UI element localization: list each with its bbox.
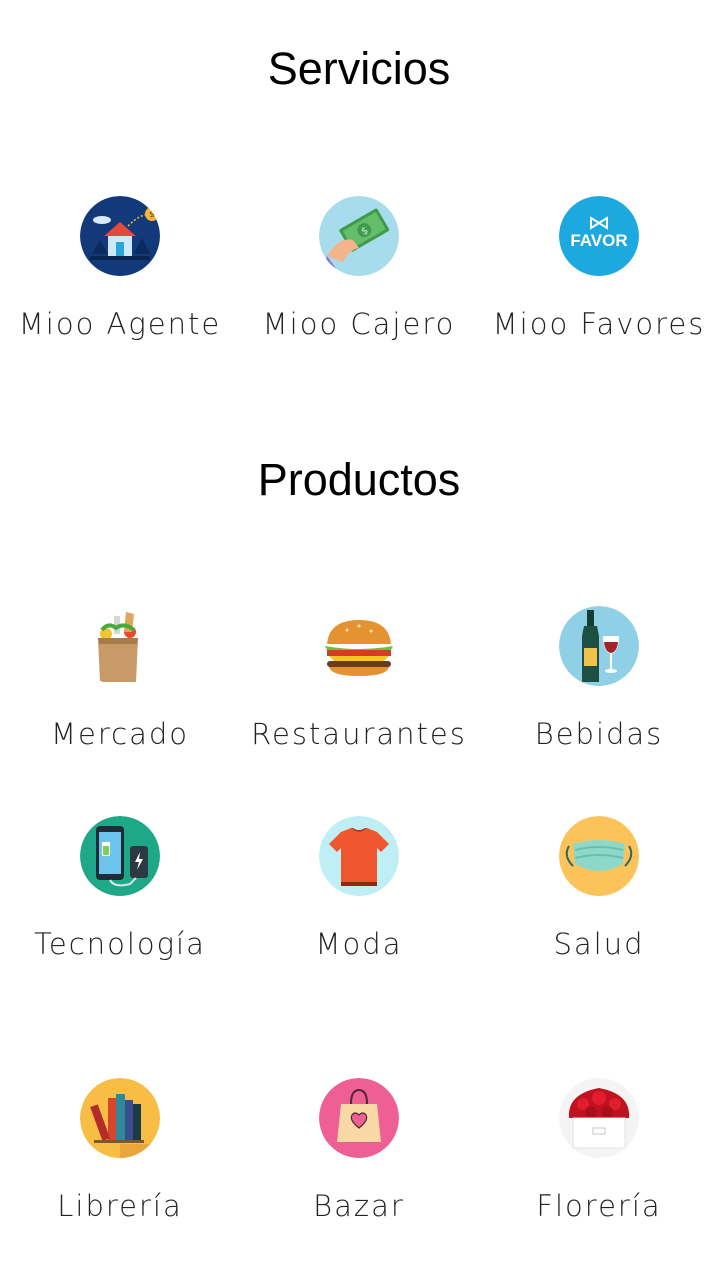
tshirt-icon: [319, 816, 399, 896]
service-label: Mioo Favores: [492, 307, 706, 341]
rose-box-icon: [559, 1078, 639, 1158]
svg-text:FAVOR: FAVOR: [570, 231, 627, 250]
product-label: Bazar: [313, 1189, 405, 1223]
product-label: Moda: [315, 927, 403, 961]
product-libreria[interactable]: Librería: [0, 1078, 240, 1221]
face-mask-icon: [559, 816, 639, 896]
svg-text:$: $: [149, 210, 155, 220]
product-label: Librería: [57, 1189, 183, 1223]
product-label: Florería: [536, 1189, 662, 1223]
favor-badge-icon: FAVOR: [559, 196, 639, 276]
house-agent-icon: $: [80, 196, 160, 276]
gift-bag-icon: [319, 1078, 399, 1158]
product-mercado[interactable]: Mercado: [0, 606, 240, 749]
service-mioo-cajero[interactable]: $ Mioo Cajero: [239, 196, 479, 339]
cash-hand-icon: $: [319, 196, 399, 276]
product-label: Bebidas: [534, 717, 664, 751]
productos-title: Productos: [257, 454, 461, 505]
product-label: Tecnología: [34, 927, 206, 961]
grocery-bag-icon: [80, 606, 160, 686]
product-label: Mercado: [50, 717, 189, 751]
product-floreria[interactable]: Florería: [479, 1078, 718, 1221]
service-label: Mioo Agente: [18, 307, 222, 341]
product-restaurantes[interactable]: Restaurantes: [239, 606, 479, 749]
product-bazar[interactable]: Bazar: [239, 1078, 479, 1221]
burger-icon: [319, 606, 399, 686]
phone-charger-icon: [80, 816, 160, 896]
service-mioo-favores[interactable]: FAVOR Mioo Favores: [479, 196, 718, 339]
product-salud[interactable]: Salud: [479, 816, 718, 959]
service-label: Mioo Cajero: [262, 307, 456, 341]
service-mioo-agente[interactable]: $ Mioo Agente: [0, 196, 240, 339]
wine-bottle-glass-icon: [559, 606, 639, 686]
books-icon: [80, 1078, 160, 1158]
servicios-title: Servicios: [267, 43, 451, 94]
product-moda[interactable]: Moda: [239, 816, 479, 959]
product-label: Salud: [553, 927, 645, 961]
product-bebidas[interactable]: Bebidas: [479, 606, 718, 749]
product-tecnologia[interactable]: Tecnología: [0, 816, 240, 959]
product-label: Restaurantes: [251, 717, 467, 751]
